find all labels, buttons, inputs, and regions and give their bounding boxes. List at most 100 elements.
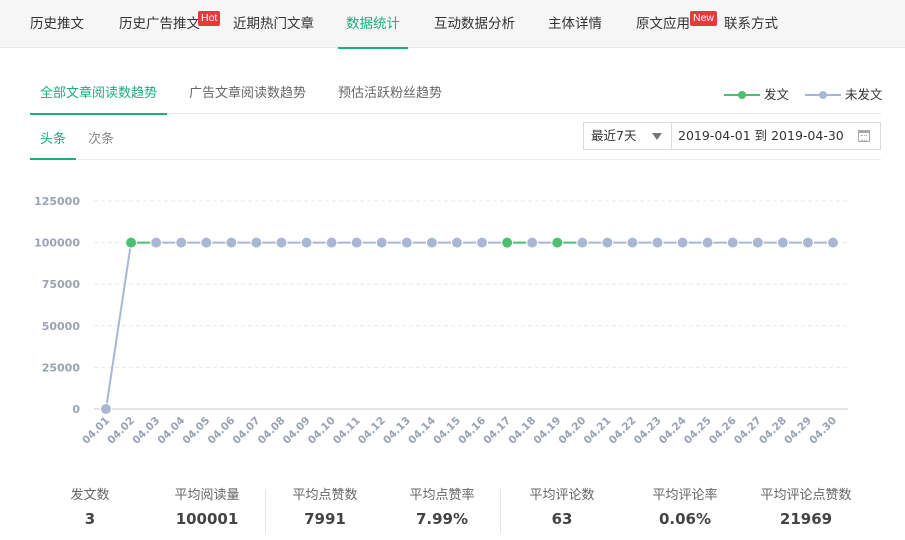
x-axis: 04.0104.0204.0304.0404.0504.0604.0704.08… — [80, 408, 848, 447]
stat-value: 3 — [84, 510, 96, 528]
y-tick-label: 100000 — [34, 237, 80, 250]
nav-data-stats[interactable]: 数据统计 — [338, 0, 408, 49]
hot-badge: Hot — [198, 11, 221, 26]
date-range-text: 2019-04-01 到 2019-04-30 — [678, 128, 844, 143]
data-point — [701, 236, 714, 249]
top-nav: 历史推文 历史广告推文 Hot 近期热门文章 数据统计 互动数据分析 主体详情 … — [0, 0, 905, 49]
legend-unpublished-label: 未发文 — [845, 87, 883, 102]
stats-summary: 发文数 3 平均阅读量 100001 平均点赞数 7991 平均点赞率 7.99… — [30, 486, 881, 534]
nav-entity-details[interactable]: 主体详情 — [548, 0, 602, 48]
nav-recent-hot-articles[interactable]: 近期热门文章 — [233, 0, 314, 48]
x-tick-label: 04.14 — [406, 415, 438, 447]
tab-headline[interactable]: 头条 — [29, 122, 77, 160]
data-point — [350, 236, 363, 249]
stat-title: 发文数 — [70, 488, 110, 503]
legend-published-label: 发文 — [764, 87, 790, 102]
y-tick-label: 75000 — [42, 278, 81, 291]
x-tick-label: 04.30 — [807, 415, 839, 447]
x-tick-label: 04.02 — [105, 415, 137, 447]
nav-interaction-analysis[interactable]: 互动数据分析 — [434, 0, 515, 48]
x-tick-label: 04.10 — [306, 415, 338, 447]
data-point — [501, 236, 514, 249]
x-tick-label: 04.01 — [80, 415, 112, 447]
stat-avg-reads: 平均阅读量 100001 — [152, 486, 262, 530]
x-tick-label: 04.18 — [506, 415, 538, 447]
stat-value: 0.06% — [658, 510, 712, 528]
reads-trend-chart: 0250005000075000100000125000 04.0104.020… — [34, 195, 848, 447]
x-tick-label: 04.26 — [707, 415, 739, 447]
x-tick-label: 04.08 — [256, 415, 288, 447]
chart-grid — [94, 200, 848, 368]
legend-unpublished-symbol — [805, 91, 841, 99]
stat-avg-comment-rate: 平均评论率 0.06% — [630, 486, 740, 530]
stat-value: 7.99% — [415, 510, 469, 528]
data-point — [776, 236, 789, 249]
x-tick-label: 04.24 — [657, 415, 689, 447]
y-tick-label: 50000 — [42, 320, 81, 333]
data-point — [551, 236, 564, 249]
x-tick-label: 04.22 — [607, 415, 639, 447]
x-tick-label: 04.19 — [531, 415, 563, 447]
stat-title: 平均评论率 — [652, 488, 718, 503]
tab-secondary[interactable]: 次条 — [88, 122, 114, 159]
stat-avg-comment-likes: 平均评论点赞数 21969 — [751, 486, 861, 530]
data-point — [375, 236, 388, 249]
stat-value: 21969 — [779, 510, 833, 528]
new-badge: New — [690, 11, 718, 26]
stat-value: 63 — [551, 510, 573, 528]
data-point — [476, 236, 489, 249]
nav-history-posts[interactable]: 历史推文 — [30, 0, 84, 48]
x-tick-label: 04.07 — [231, 415, 263, 447]
range-select[interactable]: 最近7天 — [583, 122, 672, 150]
x-tick-label: 04.11 — [331, 415, 363, 447]
data-point — [801, 236, 814, 249]
x-tick-label: 04.12 — [356, 415, 388, 447]
nav-original-apps[interactable]: 原文应用 — [636, 0, 690, 48]
stat-value: 7991 — [304, 510, 346, 528]
data-point — [676, 236, 689, 249]
stat-value: 100001 — [175, 510, 239, 528]
stat-title: 平均点赞率 — [409, 488, 475, 503]
y-tick-label: 0 — [72, 403, 80, 416]
data-point — [751, 236, 764, 249]
nav-history-ad-posts[interactable]: 历史广告推文 — [119, 0, 200, 48]
stat-title: 平均评论点赞数 — [760, 488, 852, 503]
stat-title: 平均阅读量 — [174, 488, 240, 503]
date-range-picker[interactable]: 2019-04-01 到 2019-04-30 — [671, 122, 881, 150]
x-tick-label: 04.03 — [130, 415, 162, 447]
data-point — [250, 236, 263, 249]
legend-published-symbol — [724, 91, 760, 99]
stats-divider — [500, 489, 501, 533]
tab-active-fans[interactable]: 预估活跃粉丝趋势 — [338, 74, 442, 114]
x-tick-label: 04.06 — [205, 415, 237, 447]
nav-contact[interactable]: 联系方式 — [724, 0, 778, 48]
x-tick-label: 04.27 — [732, 415, 764, 447]
tab-all-article-reads[interactable]: 全部文章阅读数趋势 — [29, 74, 168, 115]
stat-avg-comments: 平均评论数 63 — [507, 486, 617, 530]
data-point — [225, 236, 238, 249]
x-tick-label: 04.21 — [582, 415, 614, 447]
x-tick-label: 04.17 — [481, 415, 513, 447]
x-tick-label: 04.04 — [155, 415, 187, 447]
x-tick-label: 04.25 — [682, 415, 714, 447]
x-tick-label: 04.28 — [757, 415, 789, 447]
x-tick-label: 04.23 — [632, 415, 664, 447]
tab-ad-article-reads[interactable]: 广告文章阅读数趋势 — [189, 74, 306, 114]
data-point — [425, 236, 438, 249]
caret-down-icon — [652, 133, 662, 140]
data-point — [175, 236, 188, 249]
data-point — [400, 236, 413, 249]
data-point — [125, 236, 138, 249]
range-select-value: 最近7天 — [591, 128, 637, 143]
data-point — [100, 403, 112, 415]
stat-title: 平均点赞数 — [292, 488, 358, 503]
x-tick-label: 04.20 — [556, 415, 588, 447]
data-point — [827, 236, 839, 249]
x-tick-label: 04.13 — [381, 415, 413, 447]
data-point — [726, 236, 739, 249]
x-tick-label: 04.05 — [180, 415, 212, 447]
x-tick-label: 04.09 — [281, 415, 313, 447]
data-point — [450, 236, 463, 249]
data-point — [576, 236, 589, 249]
data-point — [626, 236, 639, 249]
